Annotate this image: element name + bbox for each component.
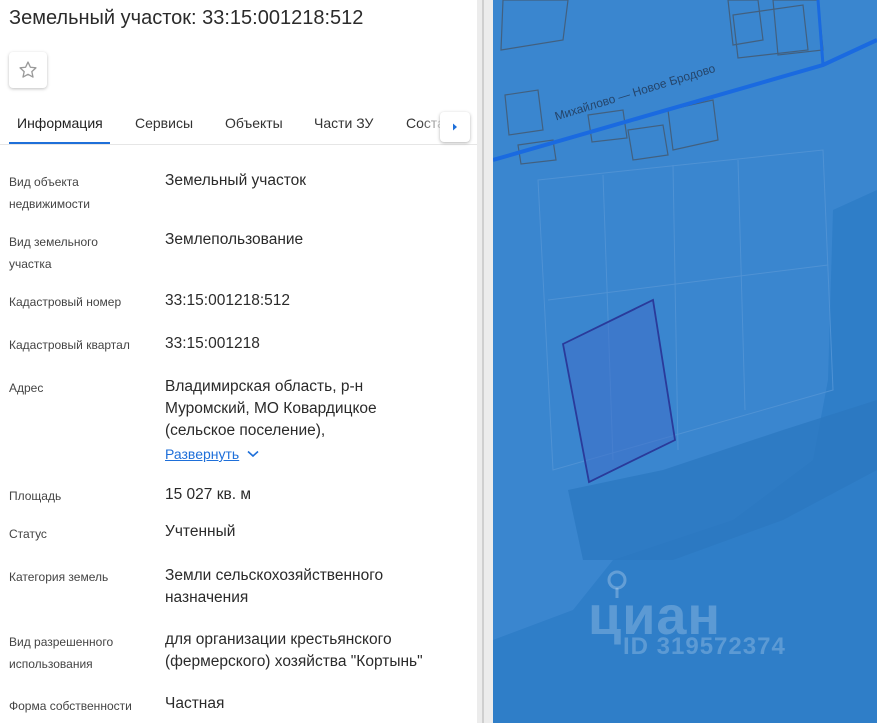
tab-information[interactable]: Информация <box>17 115 103 131</box>
label-status: Статус <box>9 527 47 541</box>
value-object-type: Земельный участок <box>165 172 307 189</box>
value-address: Владимирская область, р-н Муромский, МО … <box>165 378 377 439</box>
chevron-down-icon <box>247 450 259 458</box>
page-title: Земельный участок: 33:15:001218:512 <box>9 7 364 29</box>
label-permitted-use: Вид разрешенного использования <box>9 635 114 671</box>
label-cadastral-number: Кадастровый номер <box>9 295 122 309</box>
tab-objects[interactable]: Объекты <box>225 115 283 131</box>
expand-label: Развернуть <box>165 446 240 462</box>
label-land-type: Вид земельного участка <box>9 235 98 271</box>
value-cadastral-number: 33:15:001218:512 <box>165 292 290 309</box>
favorite-button[interactable] <box>9 52 47 88</box>
selected-parcel <box>561 298 676 484</box>
watermark-id: ID 319572374 <box>623 633 786 660</box>
value-land-type: Землепользование <box>165 231 304 248</box>
address-expand-link[interactable]: Развернуть <box>165 446 259 462</box>
road-branch <box>816 0 825 66</box>
road-line <box>493 38 877 162</box>
label-ownership: Форма собственности <box>9 699 132 713</box>
value-area: 15 027 кв. м <box>165 486 251 503</box>
value-status: Учтенный <box>165 523 236 540</box>
tab-scroll-next-button[interactable] <box>440 112 470 142</box>
star-outline-icon <box>19 61 37 78</box>
cadastral-map[interactable]: Михайлово — Новое Бродово циан ID 319572… <box>493 0 877 723</box>
value-cadastral-quarter: 33:15:001218 <box>165 335 260 352</box>
label-land-category: Категория земель <box>9 570 109 584</box>
panel-divider[interactable] <box>477 0 493 723</box>
value-land-category: Земли сельскохозяйственного назначения <box>165 567 384 606</box>
tab-services[interactable]: Сервисы <box>135 115 193 131</box>
value-permitted-use: для организации крестьянского (фермерско… <box>165 631 423 670</box>
active-tab-indicator <box>9 142 110 144</box>
label-object-type: Вид объекта недвижимости <box>9 175 90 211</box>
label-area: Площадь <box>9 489 62 503</box>
tab-bar: Информация Сервисы Объекты Части ЗУ Сост… <box>0 104 477 145</box>
value-ownership: Частная <box>165 695 225 712</box>
tab-parts[interactable]: Части ЗУ <box>314 115 373 131</box>
label-address: Адрес <box>9 381 44 395</box>
chevron-right-icon <box>453 123 457 131</box>
label-cadastral-quarter: Кадастровый квартал <box>9 338 130 352</box>
info-panel: Земельный участок: 33:15:001218:512 Инфо… <box>0 0 477 723</box>
